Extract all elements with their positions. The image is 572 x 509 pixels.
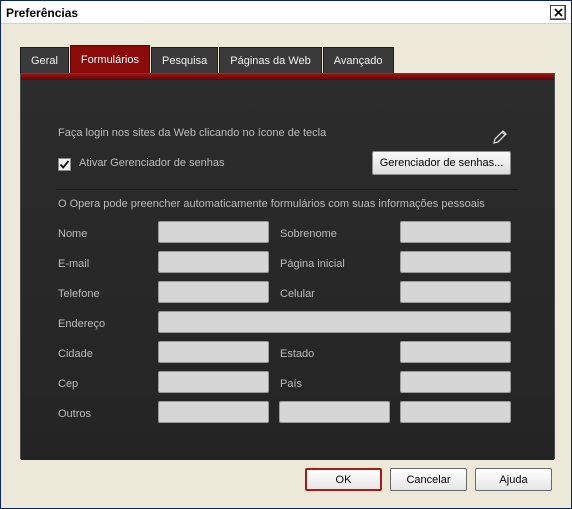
pais-field[interactable] [400,371,511,393]
label-endereco: Endereço [58,318,106,330]
ok-button[interactable]: OK [305,468,382,491]
login-hint: Faça login nos sites da Web clicando no … [58,127,327,139]
telefone-field[interactable] [158,281,269,303]
label-sobrenome: Sobrenome [280,228,337,240]
endereco-field[interactable] [158,311,511,333]
label-telefone: Telefone [58,288,100,300]
cidade-field[interactable] [158,341,269,363]
outros-field-2[interactable] [279,401,390,423]
tab-pesquisa[interactable]: Pesquisa [150,47,219,73]
password-manager-label: Ativar Gerenciador de senhas [79,157,225,169]
tab-label: Formulários [80,53,139,66]
pencil-icon[interactable] [491,128,509,146]
section-divider [56,189,518,190]
forms-panel: Faça login nos sites da Web clicando no … [20,73,555,460]
tab-label: Pesquisa [161,54,208,67]
sobrenome-field[interactable] [400,221,511,243]
preferences-window: Preferências Geral Formulários Pesquisa … [0,0,572,509]
label-email: E-mail [58,258,90,270]
password-manager-button[interactable]: Gerenciador de senhas... [372,151,511,175]
tab-paginas-da-web[interactable]: Páginas da Web [219,47,322,73]
label-estado: Estado [280,348,315,360]
close-button[interactable] [550,5,566,20]
checkmark-icon [59,160,70,169]
form-intro: O Opera pode preencher automaticamente f… [58,198,485,210]
cancel-button[interactable]: Cancelar [390,468,467,491]
tab-label: Avançado [333,54,383,67]
outros-field-1[interactable] [158,401,269,423]
tab-strip: Geral Formulários Pesquisa Páginas da We… [20,45,395,73]
label-nome: Nome [58,228,88,240]
pagina-inicial-field[interactable] [400,251,511,273]
password-manager-checkbox[interactable] [58,158,71,171]
tab-formularios[interactable]: Formulários [69,45,150,73]
title-bar: Preferências [1,1,571,24]
help-button[interactable]: Ajuda [475,468,552,491]
celular-field[interactable] [400,281,511,303]
tab-label: Páginas da Web [230,54,311,67]
tab-label: Geral [31,54,58,67]
tab-geral[interactable]: Geral [20,47,69,73]
label-cidade: Cidade [58,348,93,360]
estado-field[interactable] [400,341,511,363]
label-pagina-inicial: Página inicial [280,258,345,270]
label-cep: Cep [58,378,79,390]
label-celular: Celular [280,288,315,300]
label-pais: País [280,378,303,390]
cep-field[interactable] [158,371,269,393]
nome-field[interactable] [158,221,269,243]
tab-avancado[interactable]: Avançado [322,47,394,73]
close-icon [553,8,563,17]
label-outros: Outros [58,408,92,420]
outros-field-3[interactable] [400,401,511,423]
window-title: Preferências [6,6,79,20]
panel-body: Faça login nos sites da Web clicando no … [21,80,554,460]
email-field[interactable] [158,251,269,273]
dialog-content: Geral Formulários Pesquisa Páginas da We… [4,25,568,506]
